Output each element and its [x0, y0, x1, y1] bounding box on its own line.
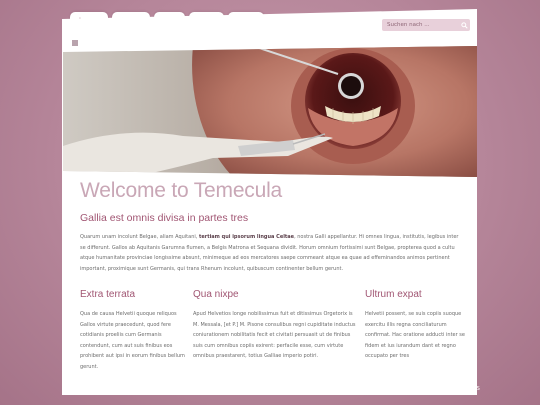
column-extra-terrata: Extra terrata Qua de causa Helvetii quoq…: [80, 289, 192, 372]
search-icon[interactable]: [461, 21, 468, 29]
search-input[interactable]: [382, 19, 461, 31]
intro-paragraph: Quarum unam incolunt Belgae, aliam Aquit…: [80, 232, 464, 274]
footer-link-erasmus[interactable]: ERASMUS: [453, 386, 480, 392]
intro-text-start: Quarum unam incolunt Belgae, aliam Aquit…: [80, 234, 199, 240]
footer-link-punis[interactable]: PUNIS: [359, 386, 376, 392]
column-heading: Qua nixpe: [193, 289, 239, 300]
footer-link-equis[interactable]: EQUIS: [383, 386, 400, 392]
search-box: [382, 19, 470, 31]
column-text: Apud Helvetios longe nobilissimus fuit e…: [193, 311, 356, 359]
page-subtitle: Gallia est omnis divisa in partes tres: [80, 212, 249, 224]
footer-nav: PUNIS EQUIS DOS ELIPPA ERASMUS: [359, 386, 480, 392]
column-text: Qua de causa Helvetii quoque reliquos Ga…: [80, 311, 185, 370]
column-ultrum-expat: Ultrum expat Helvetii possent, se suis c…: [365, 289, 470, 362]
intro-text-bold: tertiam qui ipsorum lingua Celtae: [198, 234, 295, 240]
footer-link-dos[interactable]: DOS: [408, 386, 420, 392]
column-heading: Extra terrata: [80, 289, 136, 300]
column-qua-nixpe: Qua nixpe Apud Helvetios longe nobilissi…: [193, 289, 357, 362]
column-heading: Ultrum expat: [365, 289, 422, 300]
page-title: Welcome to Temecula: [80, 179, 283, 202]
footer-link-elippa[interactable]: ELIPPA: [427, 386, 446, 392]
hero-image: [63, 46, 477, 177]
column-text: Helvetii possent, se suis copiis suoque …: [365, 311, 465, 359]
